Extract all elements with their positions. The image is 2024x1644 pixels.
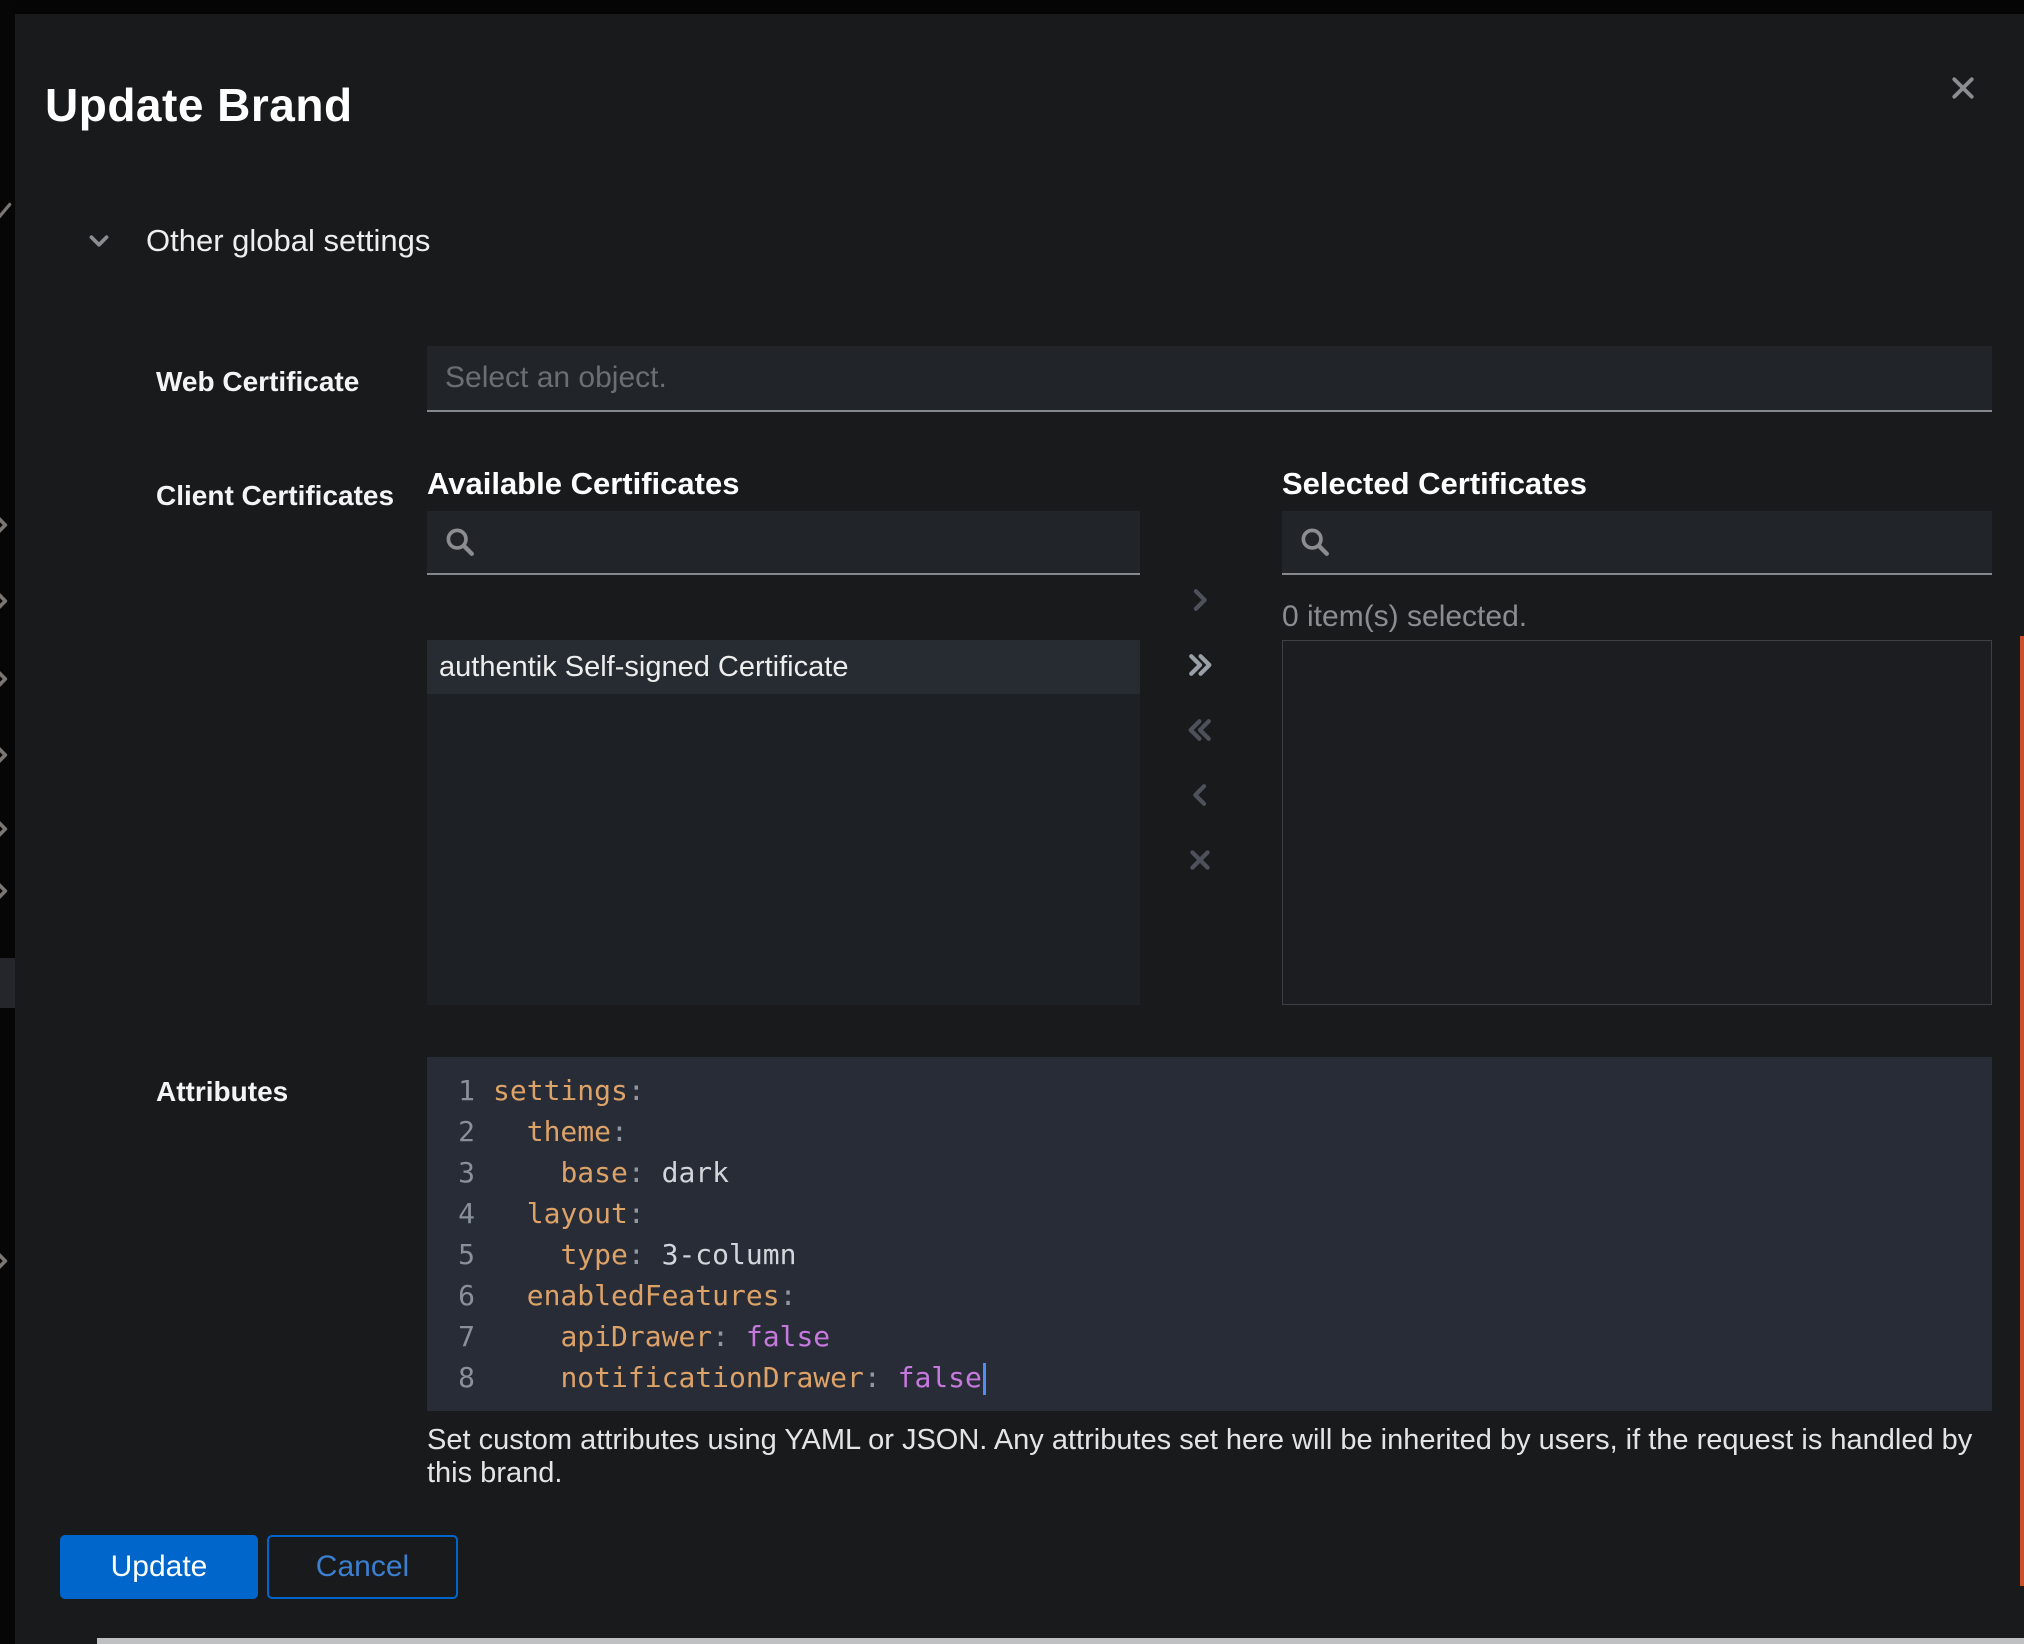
list-item[interactable]: authentik Self-signed Certificate [427,640,1140,694]
clear-button[interactable] [1168,832,1232,888]
other-global-settings-expander[interactable]: Other global settings [80,222,436,260]
search-icon [443,525,477,559]
code-line: 8 notificationDrawer: false [427,1357,1992,1398]
page-title: Update Brand [45,78,353,132]
code-line: 4 layout: [427,1193,1992,1234]
bottom-strip [97,1638,2024,1644]
web-certificate-input[interactable] [427,346,1992,412]
times-icon [1186,846,1214,874]
code-line: 3 base: dark [427,1152,1992,1193]
selected-count: 0 item(s) selected. [1282,600,1527,634]
search-icon [1298,525,1332,559]
available-certificates-header: Available Certificates [427,466,739,502]
available-search [427,511,1140,575]
screen: Update Brand Other global settings Web C… [0,0,2024,1644]
code-line: 6 enabledFeatures: [427,1275,1992,1316]
angle-double-right-icon [1186,651,1214,679]
add-all-button[interactable] [1168,637,1232,693]
remove-all-button[interactable] [1168,702,1232,758]
cancel-button[interactable]: Cancel [267,1535,458,1599]
sidebar-chevron-icon [0,742,14,768]
attributes-help: Set custom attributes using YAML or JSON… [427,1424,1987,1490]
code-line: 7 apiDrawer: false [427,1316,1992,1357]
add-selected-button[interactable] [1168,572,1232,628]
angle-left-icon [1186,781,1214,809]
selected-certificates-header: Selected Certificates [1282,466,1587,502]
sidebar-chevron-icon [0,512,14,538]
sidebar-active-item [0,958,15,1008]
check-icon [0,198,14,224]
alert-edge [2020,636,2024,1586]
selected-search-input[interactable] [1346,510,1992,574]
remove-selected-button[interactable] [1168,767,1232,823]
attributes-editor[interactable]: 1settings:2 theme:3 base: dark4 layout:5… [427,1057,1992,1411]
sidebar-chevron-icon [0,878,14,904]
available-search-input[interactable] [491,510,1140,574]
close-icon [1948,73,1978,103]
angle-double-left-icon [1186,716,1214,744]
chevron-down-icon [86,228,112,254]
available-list[interactable]: authentik Self-signed Certificate [427,640,1140,1005]
web-certificate-label: Web Certificate [156,366,359,398]
client-certificates-label: Client Certificates [156,480,394,512]
code-line: 5 type: 3-column [427,1234,1992,1275]
transfer-controls [1168,572,1232,897]
selected-search [1282,511,1992,575]
text-cursor [983,1363,986,1395]
sidebar-chevron-icon [0,816,14,842]
sidebar-chevron-icon [0,1248,14,1274]
selected-list[interactable] [1282,640,1992,1005]
left-rail [0,0,15,1644]
attributes-label: Attributes [156,1076,288,1108]
code-line: 1settings: [427,1070,1992,1111]
sidebar-chevron-icon [0,588,14,614]
close-button[interactable] [1925,50,2001,126]
expander-label: Other global settings [146,223,430,259]
sidebar-chevron-icon [0,666,14,692]
code-line: 2 theme: [427,1111,1992,1152]
angle-right-icon [1186,586,1214,614]
update-button[interactable]: Update [60,1535,258,1599]
